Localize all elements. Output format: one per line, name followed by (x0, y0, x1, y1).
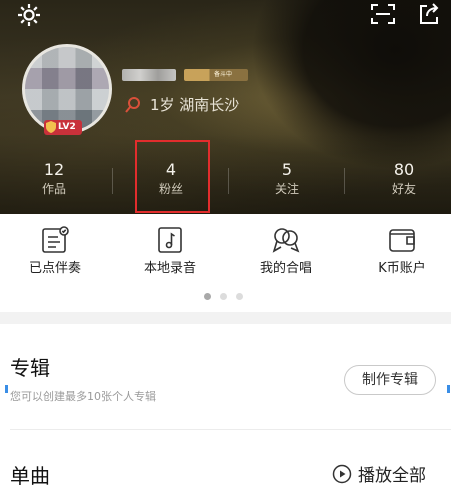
stat-value: 5 (281, 160, 293, 179)
age-location: 1岁 湖南长沙 (124, 94, 239, 115)
selection-edge-marker (447, 385, 450, 393)
shield-icon (46, 121, 56, 133)
chorus-icon (272, 228, 300, 253)
selection-edge-marker (5, 385, 8, 393)
stat-label: 作品 (41, 182, 66, 196)
quick-action-label: 已点伴奏 (28, 261, 81, 276)
quick-action-accompaniment[interactable]: 已点伴奏 (5, 225, 105, 277)
page-dot (220, 293, 227, 300)
stats-row: 12 作品 4 粉丝 5 关注 80 好友 (0, 160, 451, 210)
singles-title: 单曲 (10, 464, 50, 488)
album-section: 专辑 您可以创建最多10张个人专辑 制作专辑 (0, 324, 451, 434)
level-badge: LV2 (44, 120, 82, 135)
stat-label: 好友 (391, 182, 416, 196)
quick-action-label: K币账户 (378, 261, 426, 276)
settings-icon[interactable] (16, 2, 42, 28)
wallet-icon (389, 229, 415, 252)
share-icon[interactable] (417, 2, 441, 26)
scan-icon[interactable] (370, 2, 396, 26)
stat-works[interactable]: 12 作品 (14, 160, 94, 197)
play-all-label: 播放全部 (358, 466, 426, 486)
quick-action-label: 我的合唱 (259, 261, 312, 276)
stat-divider (112, 168, 113, 194)
quick-action-local-recording[interactable]: 本地录音 (120, 225, 220, 277)
section-separator (0, 312, 451, 324)
quick-actions: 已点伴奏 本地录音 我的合唱 K币账户 (0, 225, 451, 287)
page-dot-active (204, 293, 211, 300)
quick-action-k-coin-account[interactable]: K币账户 (352, 225, 451, 277)
fans-highlight-box (135, 140, 210, 213)
page-indicator (204, 293, 243, 300)
play-all-button[interactable]: 播放全部 (332, 461, 426, 486)
stat-divider (228, 168, 229, 194)
stat-divider (344, 168, 345, 194)
stat-label: 关注 (274, 182, 299, 196)
album-subtitle: 您可以创建最多10张个人专辑 (10, 390, 156, 403)
singing-badge: 备斗中 (184, 69, 248, 81)
location-text: 1岁 湖南长沙 (150, 96, 240, 114)
level-badge-text: LV2 (58, 122, 76, 132)
singing-badge-text: 备斗中 (214, 71, 233, 78)
album-title: 专辑 (10, 356, 50, 380)
stat-value: 80 (393, 160, 415, 179)
make-album-button[interactable]: 制作专辑 (344, 365, 436, 395)
local-recording-icon (158, 227, 182, 253)
location-pin-icon (125, 96, 140, 113)
accompaniment-list-icon (42, 226, 69, 253)
stat-following[interactable]: 5 关注 (247, 160, 327, 197)
quick-action-my-chorus[interactable]: 我的合唱 (236, 225, 336, 277)
username-blurred (122, 69, 176, 81)
singles-section: 单曲 播放全部 (0, 430, 451, 493)
quick-action-label: 本地录音 (143, 261, 196, 276)
stat-value: 12 (43, 160, 65, 179)
stat-friends[interactable]: 80 好友 (364, 160, 444, 197)
play-circle-icon (332, 464, 352, 483)
page-dot (236, 293, 243, 300)
